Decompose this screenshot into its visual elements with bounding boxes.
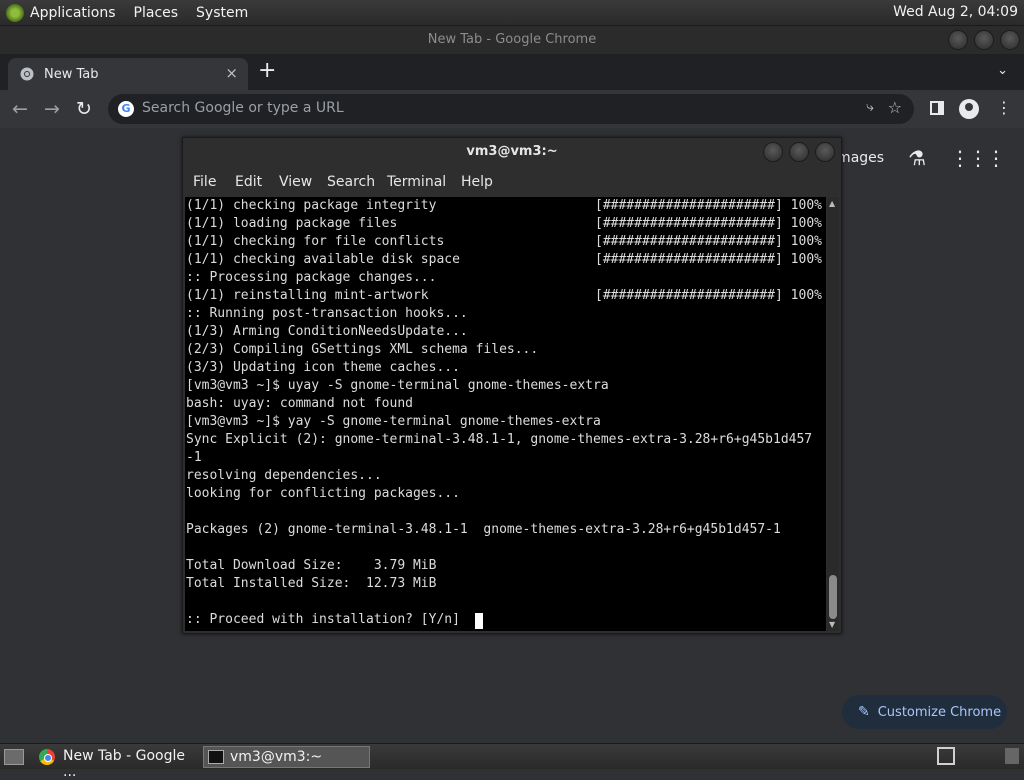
chrome-toolbar: ← → ↻ G Search Google or type a URL ⤷ ☆ … — [0, 90, 1024, 128]
tab-new-tab[interactable]: New Tab × — [8, 58, 248, 90]
tab-strip: New Tab × + ⌄ — [0, 54, 1024, 90]
terminal-line: Packages (2) gnome-terminal-3.48.1-1 gno… — [186, 522, 781, 537]
share-icon[interactable]: ⤷ — [866, 99, 874, 115]
scrollbar-thumb[interactable] — [829, 575, 837, 619]
back-arrow-icon[interactable]: ← — [12, 98, 28, 120]
customize-chrome-label: Customize Chrome — [877, 704, 1002, 720]
terminal-line: (1/3) Arming ConditionNeedsUpdate... — [186, 324, 468, 339]
chrome-menu-icon[interactable]: ⋮ — [996, 98, 1012, 117]
customize-chrome-button[interactable]: ✎ Customize Chrome — [842, 695, 1007, 729]
terminal-cursor — [475, 613, 483, 629]
menu-search[interactable]: Search — [327, 174, 375, 190]
terminal-line: (1/1) checking available disk space — [186, 252, 460, 267]
terminal-line: [vm3@vm3 ~]$ uyay -S gnome-terminal gnom… — [186, 378, 609, 393]
terminal-close-button[interactable] — [815, 142, 835, 162]
menu-file[interactable]: File — [193, 174, 216, 190]
progress-bar-text: [######################] 100% — [595, 288, 822, 303]
terminal-icon — [208, 750, 224, 764]
terminal-scrollbar[interactable]: ▲ ▼ — [827, 197, 839, 631]
terminal-menubar: File Edit View Search Terminal Help — [183, 170, 841, 194]
menu-edit[interactable]: Edit — [235, 174, 262, 190]
taskbar-label: New Tab - Google ... — [63, 748, 186, 780]
chrome-favicon-icon — [20, 67, 34, 81]
panel-clock[interactable]: Wed Aug 2, 04:09 — [893, 4, 1018, 20]
scroll-down-arrow-icon[interactable]: ▼ — [829, 620, 835, 629]
maximize-button[interactable] — [974, 30, 994, 50]
menu-places[interactable]: Places — [134, 5, 179, 21]
terminal-line: bash: uyay: command not found — [186, 396, 413, 411]
workspace-switcher-icon[interactable] — [937, 747, 955, 765]
profile-avatar-icon[interactable] — [959, 99, 979, 119]
reload-icon[interactable]: ↻ — [76, 98, 92, 120]
show-desktop-icon[interactable] — [4, 749, 24, 765]
tab-search-chevron-icon[interactable]: ⌄ — [997, 63, 1008, 78]
terminal-line: [vm3@vm3 ~]$ yay -S gnome-terminal gnome… — [186, 414, 601, 429]
terminal-line: :: Processing package changes... — [186, 270, 437, 285]
tab-title: New Tab — [44, 67, 99, 82]
terminal-minimize-button[interactable] — [763, 142, 783, 162]
terminal-line: (3/3) Updating icon theme caches... — [186, 360, 460, 375]
terminal-maximize-button[interactable] — [789, 142, 809, 162]
chrome-window-title: New Tab - Google Chrome — [427, 32, 597, 47]
close-window-button[interactable] — [1000, 30, 1020, 50]
bottom-panel: New Tab - Google ... vm3@vm3:~ — [0, 743, 1024, 780]
forward-arrow-icon[interactable]: → — [44, 98, 60, 120]
terminal-line: Total Installed Size: 12.73 MiB — [186, 576, 437, 591]
terminal-window-buttons — [757, 142, 835, 162]
terminal-line: :: Running post-transaction hooks... — [186, 306, 468, 321]
terminal-window[interactable]: vm3@vm3:~ File Edit View Search Terminal… — [182, 137, 842, 634]
terminal-title: vm3@vm3:~ — [466, 144, 558, 159]
terminal-output[interactable]: (1/1) checking package integrity [#######… — [185, 197, 826, 631]
chrome-titlebar[interactable]: New Tab - Google Chrome — [0, 26, 1024, 54]
tray-icon[interactable] — [1005, 748, 1019, 764]
terminal-line: :: Proceed with installation? [Y/n] — [186, 612, 468, 627]
progress-bar-text: [######################] 100% — [595, 216, 822, 231]
pencil-icon: ✎ — [858, 704, 870, 720]
terminal-titlebar[interactable]: vm3@vm3:~ — [183, 138, 841, 166]
labs-flask-icon[interactable]: ⚗ — [908, 146, 926, 170]
menu-terminal[interactable]: Terminal — [387, 174, 446, 190]
menu-system[interactable]: System — [196, 5, 248, 21]
distro-logo-icon[interactable] — [6, 3, 24, 22]
side-panel-icon[interactable] — [930, 101, 944, 115]
terminal-line: (1/1) loading package files — [186, 216, 398, 231]
terminal-line: Sync Explicit (2): gnome-terminal-3.48.1… — [186, 432, 813, 447]
scroll-up-arrow-icon[interactable]: ▲ — [829, 199, 835, 208]
terminal-line: resolving dependencies... — [186, 468, 382, 483]
menu-applications[interactable]: Applications — [30, 5, 116, 21]
google-g-icon: G — [118, 101, 134, 117]
minimize-button[interactable] — [948, 30, 968, 50]
terminal-line: (1/1) checking package integrity — [186, 198, 437, 213]
omnibox-placeholder: Search Google or type a URL — [142, 100, 344, 116]
terminal-line: -1 — [186, 450, 202, 465]
progress-bar-text: [######################] 100% — [595, 198, 822, 213]
taskbar-label: vm3@vm3:~ — [230, 749, 323, 765]
terminal-line: Total Download Size: 3.79 MiB — [186, 558, 437, 573]
new-tab-button[interactable]: + — [258, 58, 276, 83]
chrome-window-buttons — [942, 30, 1020, 50]
omnibox[interactable]: G Search Google or type a URL ⤷ ☆ — [108, 94, 914, 124]
progress-bar-text: [######################] 100% — [595, 234, 822, 249]
bookmark-star-icon[interactable]: ☆ — [888, 98, 902, 117]
menu-view[interactable]: View — [279, 174, 312, 190]
taskbar-item-terminal[interactable]: vm3@vm3:~ — [203, 746, 370, 768]
terminal-line: (1/1) checking for file conflicts — [186, 234, 445, 249]
terminal-line: looking for conflicting packages... — [186, 486, 460, 501]
apps-grid-icon[interactable]: ⋮⋮⋮ — [950, 146, 1006, 170]
terminal-line: (2/3) Compiling GSettings XML schema fil… — [186, 342, 539, 357]
taskbar-item-chrome[interactable]: New Tab - Google ... — [35, 746, 198, 780]
terminal-line: (1/1) reinstalling mint-artwork — [186, 288, 429, 303]
progress-bar-text: [######################] 100% — [595, 252, 822, 267]
menu-help[interactable]: Help — [461, 174, 493, 190]
chrome-logo-icon — [39, 749, 55, 765]
tab-close-icon[interactable]: × — [225, 64, 238, 82]
top-panel: Applications Places System Wed Aug 2, 04… — [0, 0, 1024, 26]
